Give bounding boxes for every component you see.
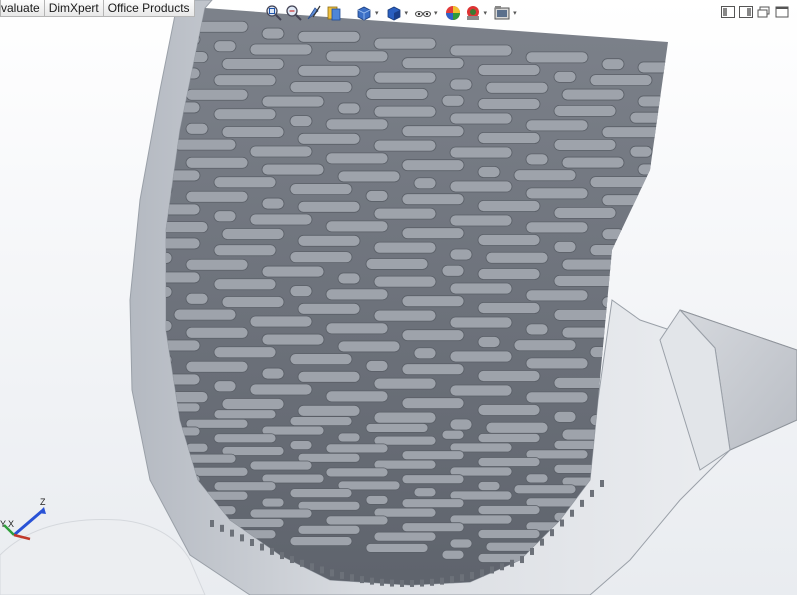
previous-view-icon[interactable] (305, 4, 323, 22)
graphics-area[interactable] (0, 0, 797, 595)
z-axis-label: Z (40, 497, 46, 507)
x-axis-label: X (8, 519, 14, 529)
coordinate-triad: Z Y X (0, 497, 46, 541)
section-view-icon[interactable] (325, 4, 343, 22)
x-axis (13, 533, 31, 541)
tab-office-products[interactable]: Office Products (102, 0, 195, 17)
command-manager-tabs: valuate DimXpert Office Products (0, 0, 195, 17)
display-style-icon[interactable] (385, 4, 403, 22)
dropdown-arrow-icon[interactable]: ▾ (375, 9, 379, 17)
tab-evaluate[interactable]: valuate (0, 0, 45, 17)
view-settings-icon[interactable] (493, 4, 511, 22)
dropdown-arrow-icon[interactable]: ▾ (405, 9, 409, 17)
view-orientation-icon[interactable] (355, 4, 373, 22)
dropdown-arrow-icon[interactable]: ▾ (484, 9, 488, 17)
heads-up-view-toolbar: ▾ ▾ ▾ ▾ ▾ (265, 3, 521, 23)
zoom-to-fit-icon[interactable] (265, 4, 283, 22)
tile-left-icon[interactable] (721, 6, 735, 18)
hide-show-items-icon[interactable] (414, 4, 432, 22)
viewport-window-controls (721, 6, 789, 18)
tab-dimxpert[interactable]: DimXpert (43, 0, 104, 17)
maximize-icon[interactable] (775, 6, 789, 18)
z-axis (13, 509, 43, 537)
edit-appearance-icon[interactable] (444, 4, 462, 22)
y-axis-label: Y (0, 519, 6, 529)
dropdown-arrow-icon[interactable]: ▾ (513, 9, 517, 17)
tile-right-icon[interactable] (739, 6, 753, 18)
zoom-to-area-icon[interactable] (285, 4, 303, 22)
dropdown-arrow-icon[interactable]: ▾ (434, 9, 438, 17)
restore-icon[interactable] (757, 6, 771, 18)
apply-scene-icon[interactable] (464, 4, 482, 22)
